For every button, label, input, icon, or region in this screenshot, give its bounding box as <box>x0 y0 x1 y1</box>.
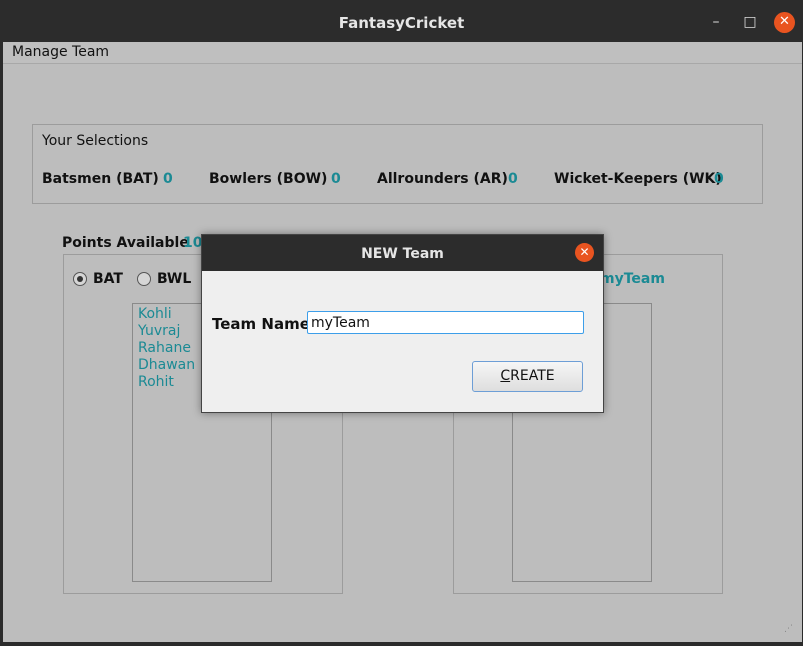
menubar: Manage Team <box>3 42 802 64</box>
wicketkeepers-label: Wicket-Keepers (WK) <box>554 171 722 187</box>
team-name-field-label: Team Name <box>212 315 310 333</box>
list-item[interactable]: Rohit <box>138 374 174 390</box>
team-name-label: myTeam <box>600 271 665 287</box>
radio-dot <box>77 276 83 282</box>
bwl-radio-label[interactable]: BWL <box>157 271 191 287</box>
list-item[interactable]: Rahane <box>138 340 191 356</box>
batsmen-label: Batsmen (BAT) <box>42 171 159 187</box>
create-button[interactable]: CREATE <box>472 361 583 392</box>
allrounders-label: Allrounders (AR) <box>377 171 508 187</box>
create-label-rest: REATE <box>510 368 555 384</box>
bat-radio-label[interactable]: BAT <box>93 271 123 287</box>
window-title: FantasyCricket <box>338 14 465 32</box>
maximize-icon[interactable]: □ <box>740 12 760 32</box>
new-team-dialog: NEW Team ✕ Team Name CREATE <box>201 234 604 413</box>
menu-manage-team[interactable]: Manage Team <box>12 44 109 60</box>
list-item[interactable]: Kohli <box>138 306 172 322</box>
selections-title: Your Selections <box>42 133 149 149</box>
close-icon[interactable]: ✕ <box>774 12 795 33</box>
allrounders-count: 0 <box>508 171 518 187</box>
bowlers-count: 0 <box>331 171 341 187</box>
selections-group: Your Selections Batsmen (BAT) 0 Bowlers … <box>32 124 763 204</box>
team-name-input[interactable] <box>307 311 584 334</box>
list-item[interactable]: Dhawan <box>138 357 195 373</box>
bat-radio[interactable] <box>73 272 87 286</box>
bwl-radio[interactable] <box>137 272 151 286</box>
wicketkeepers-count: 0 <box>714 171 724 187</box>
resize-grip-icon[interactable]: ⋰ <box>784 624 796 636</box>
dialog-title: NEW Team <box>361 246 444 262</box>
points-label: Points Available <box>62 235 189 251</box>
minimize-icon[interactable]: – <box>706 12 726 32</box>
bowlers-label: Bowlers (BOW) <box>209 171 328 187</box>
window-titlebar: FantasyCricket – □ ✕ <box>0 0 803 42</box>
dialog-close-icon[interactable]: ✕ <box>575 243 594 262</box>
dialog-titlebar: NEW Team ✕ <box>202 235 603 271</box>
batsmen-count: 0 <box>163 171 173 187</box>
list-item[interactable]: Yuvraj <box>138 323 180 339</box>
create-mnemonic: C <box>500 368 511 384</box>
